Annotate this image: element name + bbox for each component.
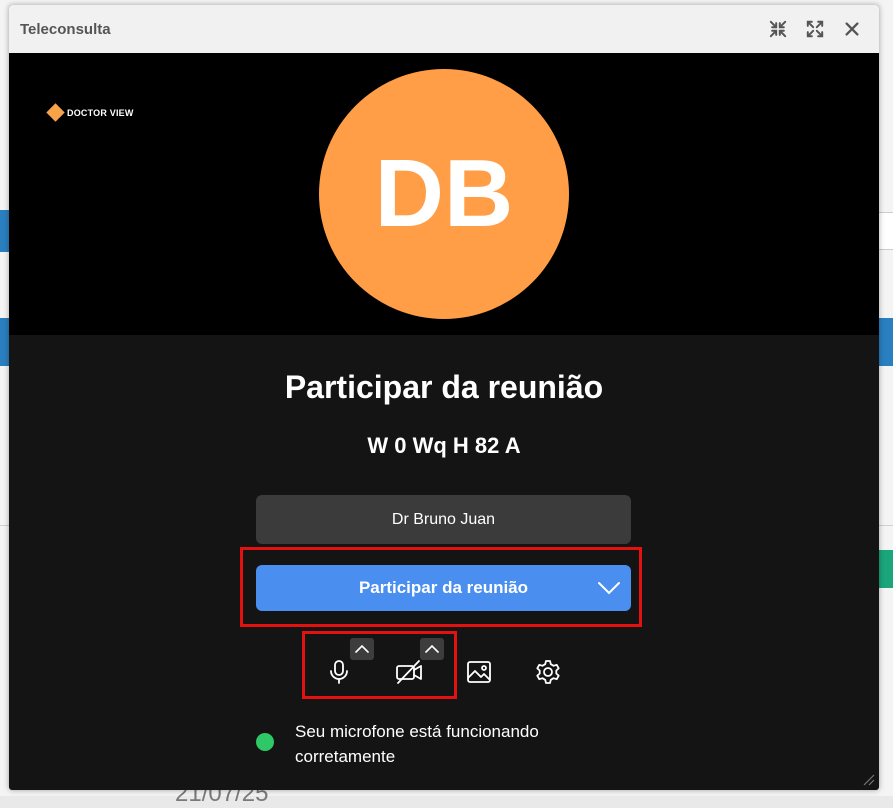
background-green-button [877,550,893,588]
close-icon [845,22,859,36]
brand-mark-icon [46,103,65,122]
gear-icon [536,660,560,684]
modal-title: Teleconsulta [20,20,111,38]
microphone-status-indicator [256,733,274,751]
settings-button[interactable] [531,655,565,689]
brand-name: DOCTOR VIEW [67,107,134,118]
camera-off-icon [396,660,422,684]
image-icon [467,661,491,683]
brand-logo: DOCTOR VIEW [46,103,134,122]
chevron-down-icon[interactable] [597,578,621,598]
join-heading: Participar da reunião [284,369,604,405]
compress-arrows-icon [769,20,787,38]
join-meeting-button[interactable]: Participar da reunião [256,565,631,611]
microphone-icon [330,660,348,684]
background-effects-button[interactable] [462,655,496,689]
modal-titlebar: Teleconsulta [9,5,879,53]
avatar-initials: DB [374,140,514,247]
minimize-button[interactable] [768,19,788,39]
expand-arrows-icon [806,20,824,38]
teleconsulta-modal: Teleconsulta DOCTOR VIEW DB Participar d… [9,5,879,790]
microphone-status-text: Seu microfone está funcionando corretame… [295,722,539,766]
maximize-button[interactable] [805,19,825,39]
display-name-input[interactable] [256,495,631,544]
microphone-button[interactable] [322,655,356,689]
video-preview: DOCTOR VIEW DB [9,53,879,335]
chevron-up-icon [355,644,369,653]
meeting-code: W 0 Wq H 82 A [367,433,521,458]
resize-handle-icon[interactable] [861,772,875,786]
avatar: DB [319,69,569,319]
camera-button[interactable] [392,655,426,689]
chevron-up-icon [425,644,439,653]
close-button[interactable] [842,19,862,39]
join-button-label: Participar da reunião [358,578,529,597]
